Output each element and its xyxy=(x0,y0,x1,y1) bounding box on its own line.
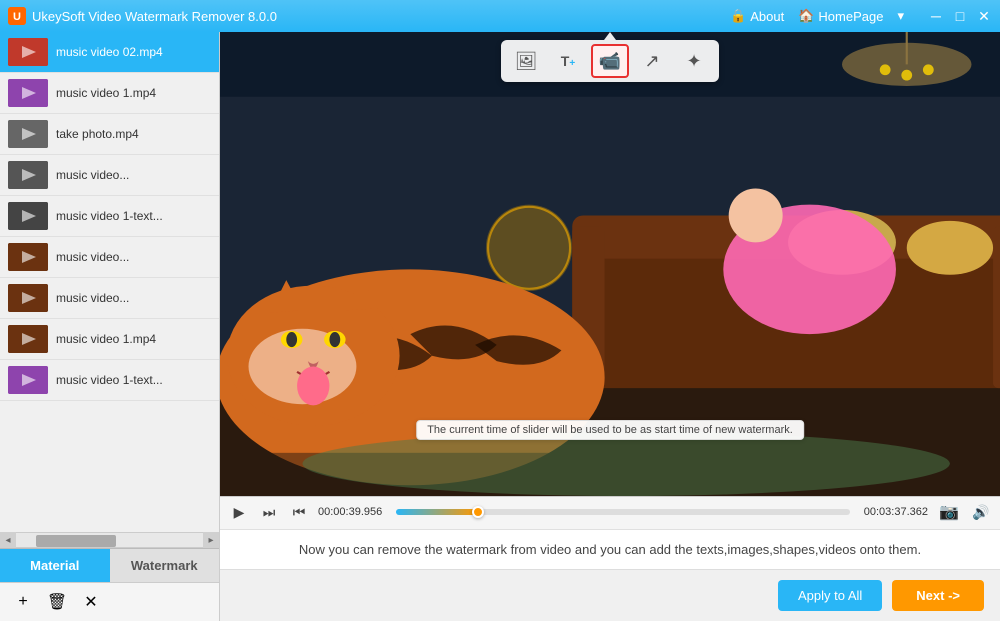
file-list-item[interactable]: music video 1.mp4 xyxy=(0,319,219,360)
export-button[interactable]: ↗ xyxy=(633,44,671,78)
tab-material[interactable]: Material xyxy=(0,549,110,582)
close-file-button[interactable]: ✕ xyxy=(80,591,102,613)
file-thumbnail xyxy=(8,120,48,148)
sidebar-actions: + 🗑 ✕ xyxy=(0,582,219,621)
horizontal-scrollbar[interactable]: ◂ ▸ xyxy=(0,532,219,548)
next-button[interactable]: Next -> xyxy=(892,580,984,611)
scroll-track[interactable] xyxy=(16,533,203,547)
timeline-fill xyxy=(396,509,478,515)
video-canvas: 🖼 T+ 📹 ↗ ✦ Th xyxy=(220,32,1000,496)
minimize-button[interactable]: ─ xyxy=(928,8,944,24)
step-back-button[interactable]: ⏮ xyxy=(288,501,310,523)
file-name: music video 1-text... xyxy=(56,373,163,387)
add-file-button[interactable]: + xyxy=(12,591,34,613)
file-list-item[interactable]: music video 02.mp4 xyxy=(0,32,219,73)
timeline-track[interactable] xyxy=(396,509,850,515)
file-thumbnail xyxy=(8,284,48,312)
add-image-icon: 🖼 xyxy=(515,51,538,72)
add-video-icon: 📹 xyxy=(599,51,621,72)
export-icon: ↗ xyxy=(644,51,659,72)
main-layout: music video 02.mp4 music video 1.mp4 tak… xyxy=(0,32,1000,621)
step-forward-button[interactable]: ⏭ xyxy=(258,501,280,523)
file-name: music video... xyxy=(56,291,129,305)
file-list-item[interactable]: music video... xyxy=(0,155,219,196)
home-icon: 🏠 xyxy=(798,8,814,24)
timeline-thumb[interactable] xyxy=(472,506,484,518)
lock-icon: 🔒 xyxy=(730,8,746,24)
file-thumbnail xyxy=(8,161,48,189)
file-list-item[interactable]: music video... xyxy=(0,237,219,278)
tooltip-text: The current time of slider will be used … xyxy=(427,424,793,436)
file-name: music video 1.mp4 xyxy=(56,332,156,346)
volume-button[interactable]: 🔊 xyxy=(970,501,992,523)
titlebar-left: U UkeySoft Video Watermark Remover 8.0.0 xyxy=(8,7,277,25)
maximize-button[interactable]: □ xyxy=(952,8,968,24)
video-controls: ▶ ⏭ ⏮ 00:00:39.956 00:03:37.362 📷 🔊 xyxy=(220,496,1000,529)
file-thumbnail xyxy=(8,202,48,230)
add-text-icon: T+ xyxy=(561,53,575,69)
add-video-button[interactable]: 📹 xyxy=(591,44,629,78)
file-list-item[interactable]: music video 1-text... xyxy=(0,360,219,401)
file-thumbnail xyxy=(8,38,48,66)
scroll-left-button[interactable]: ◂ xyxy=(0,532,16,548)
play-button[interactable]: ▶ xyxy=(228,501,250,523)
file-name: music video 1.mp4 xyxy=(56,86,156,100)
add-text-button[interactable]: T+ xyxy=(549,44,587,78)
file-list-item[interactable]: take photo.mp4 xyxy=(0,114,219,155)
close-button[interactable]: ✕ xyxy=(976,8,992,24)
scroll-thumb[interactable] xyxy=(36,535,116,547)
file-list-item[interactable]: music video... xyxy=(0,278,219,319)
file-thumbnail xyxy=(8,325,48,353)
apply-all-button[interactable]: Apply to All xyxy=(778,580,882,611)
file-list-item[interactable]: music video 1.mp4 xyxy=(0,73,219,114)
titlebar-right: 🔒 About 🏠 HomePage ▾ ─ □ ✕ xyxy=(730,8,992,24)
info-text: Now you can remove the watermark from vi… xyxy=(220,529,1000,569)
effects-icon: ✦ xyxy=(686,51,701,72)
tab-watermark[interactable]: Watermark xyxy=(110,549,220,582)
sidebar: music video 02.mp4 music video 1.mp4 tak… xyxy=(0,32,220,621)
scroll-right-button[interactable]: ▸ xyxy=(203,532,219,548)
tooltip-bar: The current time of slider will be used … xyxy=(416,420,804,440)
bottom-actions: Apply to All Next -> xyxy=(220,569,1000,621)
homepage-button[interactable]: 🏠 HomePage xyxy=(798,8,883,24)
time-total: 00:03:37.362 xyxy=(858,506,928,518)
delete-file-button[interactable]: 🗑 xyxy=(46,591,68,613)
timeline-row: ▶ ⏭ ⏮ 00:00:39.956 00:03:37.362 📷 🔊 xyxy=(228,501,992,523)
file-name: music video 1-text... xyxy=(56,209,163,223)
window-controls: ─ □ ✕ xyxy=(928,8,992,24)
time-current: 00:00:39.956 xyxy=(318,506,388,518)
screenshot-button[interactable]: 📷 xyxy=(936,501,962,523)
tab-bar: MaterialWatermark xyxy=(0,548,219,582)
file-name: take photo.mp4 xyxy=(56,127,139,141)
about-button[interactable]: 🔒 About xyxy=(730,8,784,24)
add-image-button[interactable]: 🖼 xyxy=(507,44,545,78)
video-frame: 🖼 T+ 📹 ↗ ✦ Th xyxy=(220,32,1000,496)
app-title: UkeySoft Video Watermark Remover 8.0.0 xyxy=(32,9,277,24)
dropdown-button[interactable]: ▾ xyxy=(897,8,904,24)
effects-button[interactable]: ✦ xyxy=(675,44,713,78)
add-tools-toolbar: 🖼 T+ 📹 ↗ ✦ xyxy=(501,40,719,82)
titlebar: U UkeySoft Video Watermark Remover 8.0.0… xyxy=(0,0,1000,32)
svg-text:U: U xyxy=(13,11,21,23)
file-thumbnail xyxy=(8,243,48,271)
file-name: music video... xyxy=(56,168,129,182)
file-thumbnail xyxy=(8,79,48,107)
video-area: 🖼 T+ 📹 ↗ ✦ Th xyxy=(220,32,1000,621)
file-list-item[interactable]: music video 1-text... xyxy=(0,196,219,237)
file-thumbnail xyxy=(8,366,48,394)
file-list[interactable]: music video 02.mp4 music video 1.mp4 tak… xyxy=(0,32,219,532)
file-name: music video 02.mp4 xyxy=(56,45,163,59)
file-name: music video... xyxy=(56,250,129,264)
app-icon: U xyxy=(8,7,26,25)
